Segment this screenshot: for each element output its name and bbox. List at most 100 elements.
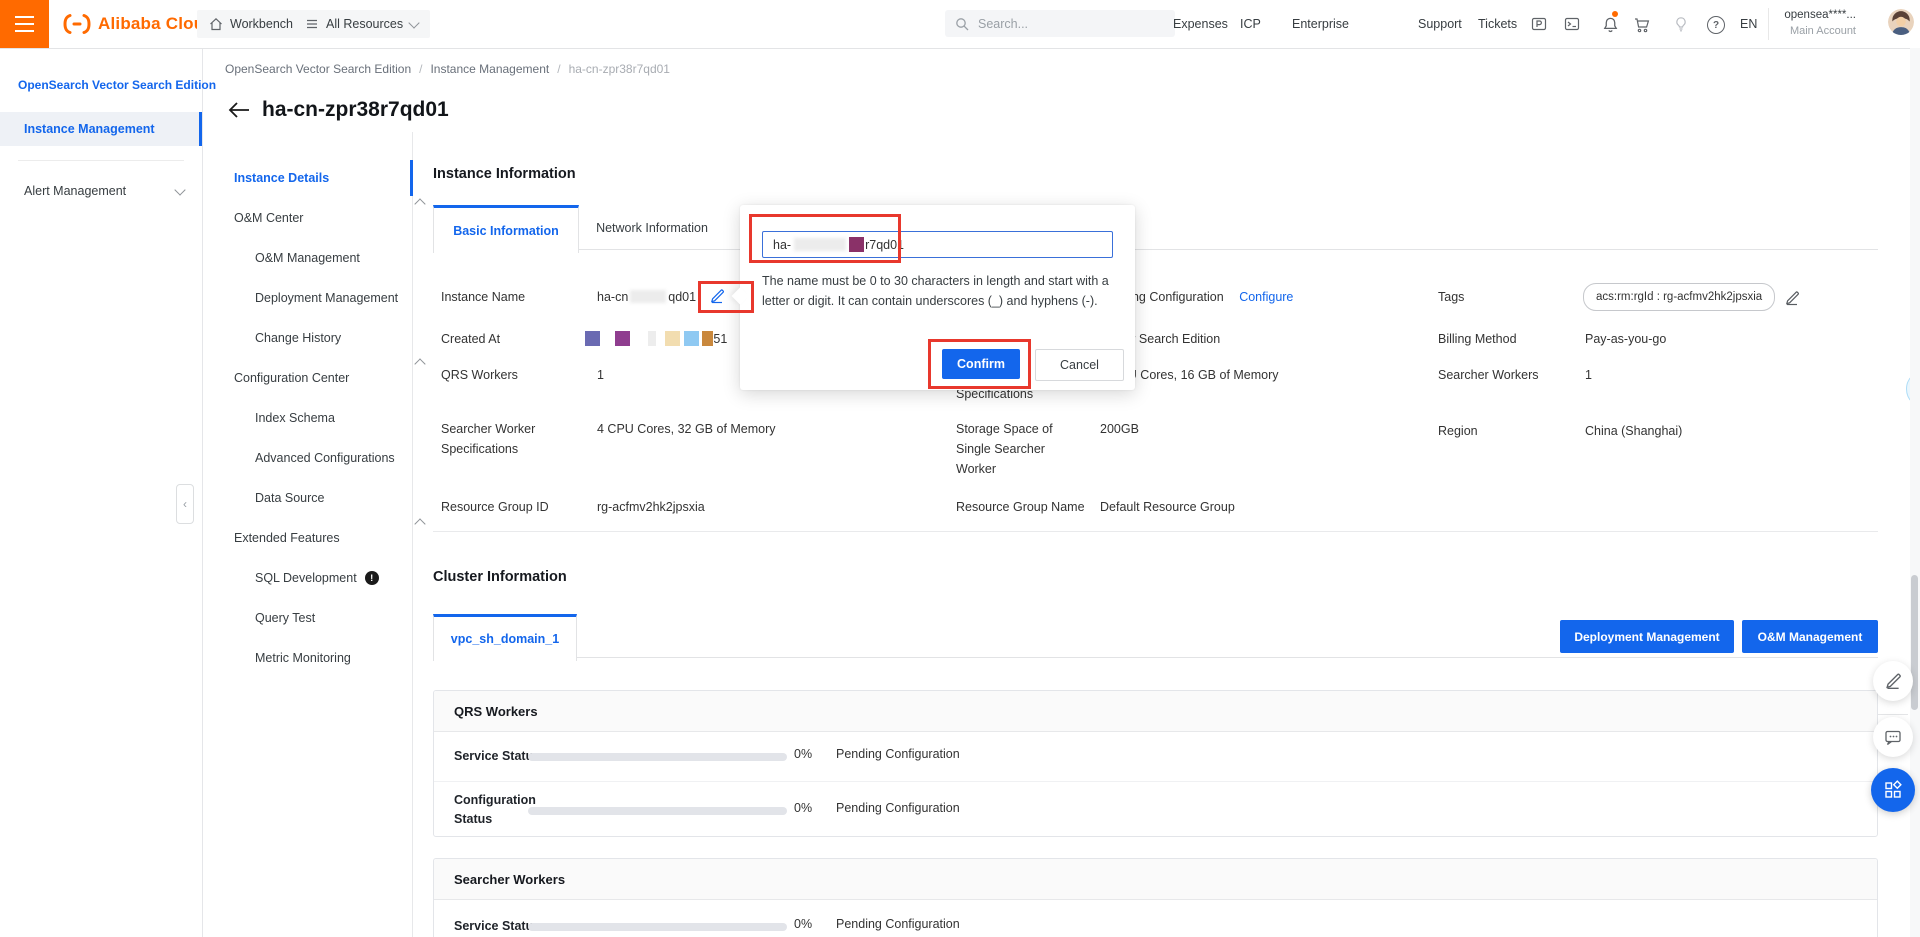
nav-link-icp[interactable]: ICP: [1240, 0, 1261, 48]
back-arrow-icon[interactable]: [228, 101, 250, 119]
cancel-button[interactable]: Cancel: [1035, 349, 1124, 381]
search-input[interactable]: [976, 15, 1140, 32]
resource-group-name-label: Resource Group Name: [956, 500, 1085, 514]
subnav-item-index-schema[interactable]: Index Schema: [202, 398, 465, 438]
api-tools-icon[interactable]: [1531, 16, 1547, 35]
created-at-value: 51: [585, 329, 727, 349]
lightbulb-icon[interactable]: [1673, 16, 1689, 35]
nav-link-enterprise[interactable]: Enterprise: [1292, 0, 1349, 48]
redacted-block: [615, 331, 631, 346]
configure-link[interactable]: Configure: [1239, 290, 1293, 304]
redacted-block: [683, 331, 699, 346]
sidebar-item-instance-management[interactable]: Instance Management: [0, 112, 202, 146]
chevron-down-icon: [408, 16, 420, 29]
status-text: Pending Configuration: [836, 801, 960, 815]
subnav-group-extended-features[interactable]: Extended Features: [202, 518, 444, 558]
chat-bubble-icon: [1885, 730, 1901, 746]
subnav-item-sql-development[interactable]: SQL Development!: [202, 558, 465, 598]
alibaba-logo-icon: [63, 14, 91, 34]
global-search[interactable]: [945, 10, 1175, 37]
chevron-down-icon: [174, 184, 186, 196]
redacted-block: [702, 331, 714, 346]
tab-network-information[interactable]: Network Information: [577, 205, 727, 250]
billing-method-label: Billing Method: [1438, 332, 1517, 346]
subnav-item-metric-monitoring[interactable]: Metric Monitoring: [202, 638, 465, 678]
redacted-block: [585, 331, 600, 346]
menu-hamburger-button[interactable]: [0, 0, 49, 48]
nav-link-expenses[interactable]: Expenses: [1173, 0, 1228, 48]
sidebar-item-label: Instance Management: [24, 122, 155, 136]
nav-link-tickets[interactable]: Tickets: [1478, 0, 1517, 48]
subnav-group-configuration-center[interactable]: Configuration Center: [202, 358, 444, 398]
breadcrumb-item[interactable]: OpenSearch Vector Search Edition: [225, 62, 411, 76]
om-management-button[interactable]: O&M Management: [1742, 620, 1878, 653]
pencil-icon: [1886, 673, 1901, 689]
support-chat-button[interactable]: [1873, 717, 1913, 757]
redacted-block: [665, 331, 681, 346]
alibaba-cloud-logo[interactable]: Alibaba Cloud: [62, 0, 215, 48]
cluster-information-heading: Cluster Information: [433, 569, 567, 585]
subnav-item-query-test[interactable]: Query Test: [202, 598, 465, 638]
nav-link-support[interactable]: Support: [1418, 0, 1462, 48]
service-status-row: Service Status 0% Pending Configuration: [434, 900, 1877, 937]
qrs-workers-panel: QRS Workers Service Status 0% Pending Co…: [433, 690, 1878, 837]
searcher-workers-value: 1: [1585, 368, 1592, 382]
searcher-spec-label: Searcher Worker Specifications: [441, 422, 536, 456]
region-value: China (Shanghai): [1585, 424, 1683, 438]
tab-vpc-sh-domain-1[interactable]: vpc_sh_domain_1: [433, 614, 577, 661]
tag-chip[interactable]: acs:rm:rgId : rg-acfmv2hk2jpsxia: [1583, 283, 1776, 311]
workbench-button[interactable]: Workbench: [197, 10, 305, 38]
cloud-shell-icon[interactable]: [1564, 16, 1580, 35]
redacted-text: [630, 290, 667, 303]
progress-bar: [528, 923, 787, 931]
primary-sidebar: OpenSearch Vector Search Edition Instanc…: [0, 48, 216, 937]
cart-icon[interactable]: [1633, 16, 1651, 37]
workbench-label: Workbench: [230, 17, 293, 31]
redacted-block: [647, 331, 656, 346]
scrollbar-thumb[interactable]: [1911, 575, 1918, 710]
all-resources-button[interactable]: All Resources: [293, 10, 431, 38]
subnav-item-instance-details[interactable]: Instance Details: [202, 158, 444, 198]
deployment-management-button[interactable]: Deployment Management: [1560, 620, 1734, 653]
sidebar-collapse-handle[interactable]: ‹: [176, 484, 194, 524]
subnav-group-om-center[interactable]: O&M Center: [202, 198, 444, 238]
resource-group-id-value: rg-acfmv2hk2jpsxia: [597, 500, 705, 514]
notifications-bell-icon[interactable]: [1602, 16, 1619, 36]
language-selector[interactable]: EN: [1740, 0, 1757, 48]
account-menu[interactable]: opensea****... Main Account: [1778, 7, 1856, 39]
storage-space-label: Storage Space of Single Searcher Worker: [956, 422, 1053, 476]
help-icon[interactable]: ?: [1707, 16, 1725, 34]
progress-bar: [528, 807, 787, 815]
tab-basic-information[interactable]: Basic Information: [433, 205, 579, 253]
subnav-item-deployment-management[interactable]: Deployment Management: [202, 278, 465, 318]
top-bar: Alibaba Cloud Workbench All Resources Ex…: [0, 0, 1920, 49]
account-name: opensea****...: [1784, 9, 1856, 21]
alert-badge: !: [364, 571, 379, 585]
qrs-workers-label: QRS Workers: [441, 368, 518, 382]
billing-method-value: Pay-as-you-go: [1585, 332, 1667, 346]
sidebar-item-alert-management[interactable]: Alert Management: [0, 176, 202, 206]
sidebar-product-title[interactable]: OpenSearch Vector Search Edition: [18, 78, 216, 92]
service-status-row: Service Status 0% Pending Configuration: [434, 732, 1877, 782]
subnav-item-om-management[interactable]: O&M Management: [202, 238, 465, 278]
progress-percent: 0%: [794, 801, 813, 815]
edit-instance-name-icon[interactable]: [709, 288, 725, 307]
avatar[interactable]: [1888, 9, 1914, 35]
breadcrumb-current: ha-cn-zpr38r7qd01: [568, 62, 670, 76]
search-icon: [956, 17, 969, 30]
instance-name-value: ha-cn qd01: [597, 290, 697, 304]
breadcrumb-item[interactable]: Instance Management: [430, 62, 549, 76]
feedback-pencil-button[interactable]: [1873, 661, 1913, 701]
confirm-button[interactable]: Confirm: [942, 349, 1020, 379]
progress-percent: 0%: [794, 917, 813, 931]
active-indicator: [199, 112, 202, 146]
quick-tools-button[interactable]: [1871, 768, 1915, 812]
edit-tags-icon[interactable]: [1784, 290, 1800, 309]
redacted-text: [794, 238, 847, 251]
subnav-item-advanced-configurations[interactable]: Advanced Configurations: [202, 438, 465, 478]
instance-name-input[interactable]: ha-r7qd01: [762, 231, 1113, 290]
resources-stack-icon: [307, 19, 317, 29]
subnav-item-change-history[interactable]: Change History: [202, 318, 465, 358]
progress-percent: 0%: [794, 747, 813, 761]
subnav-item-data-source[interactable]: Data Source: [202, 478, 465, 518]
